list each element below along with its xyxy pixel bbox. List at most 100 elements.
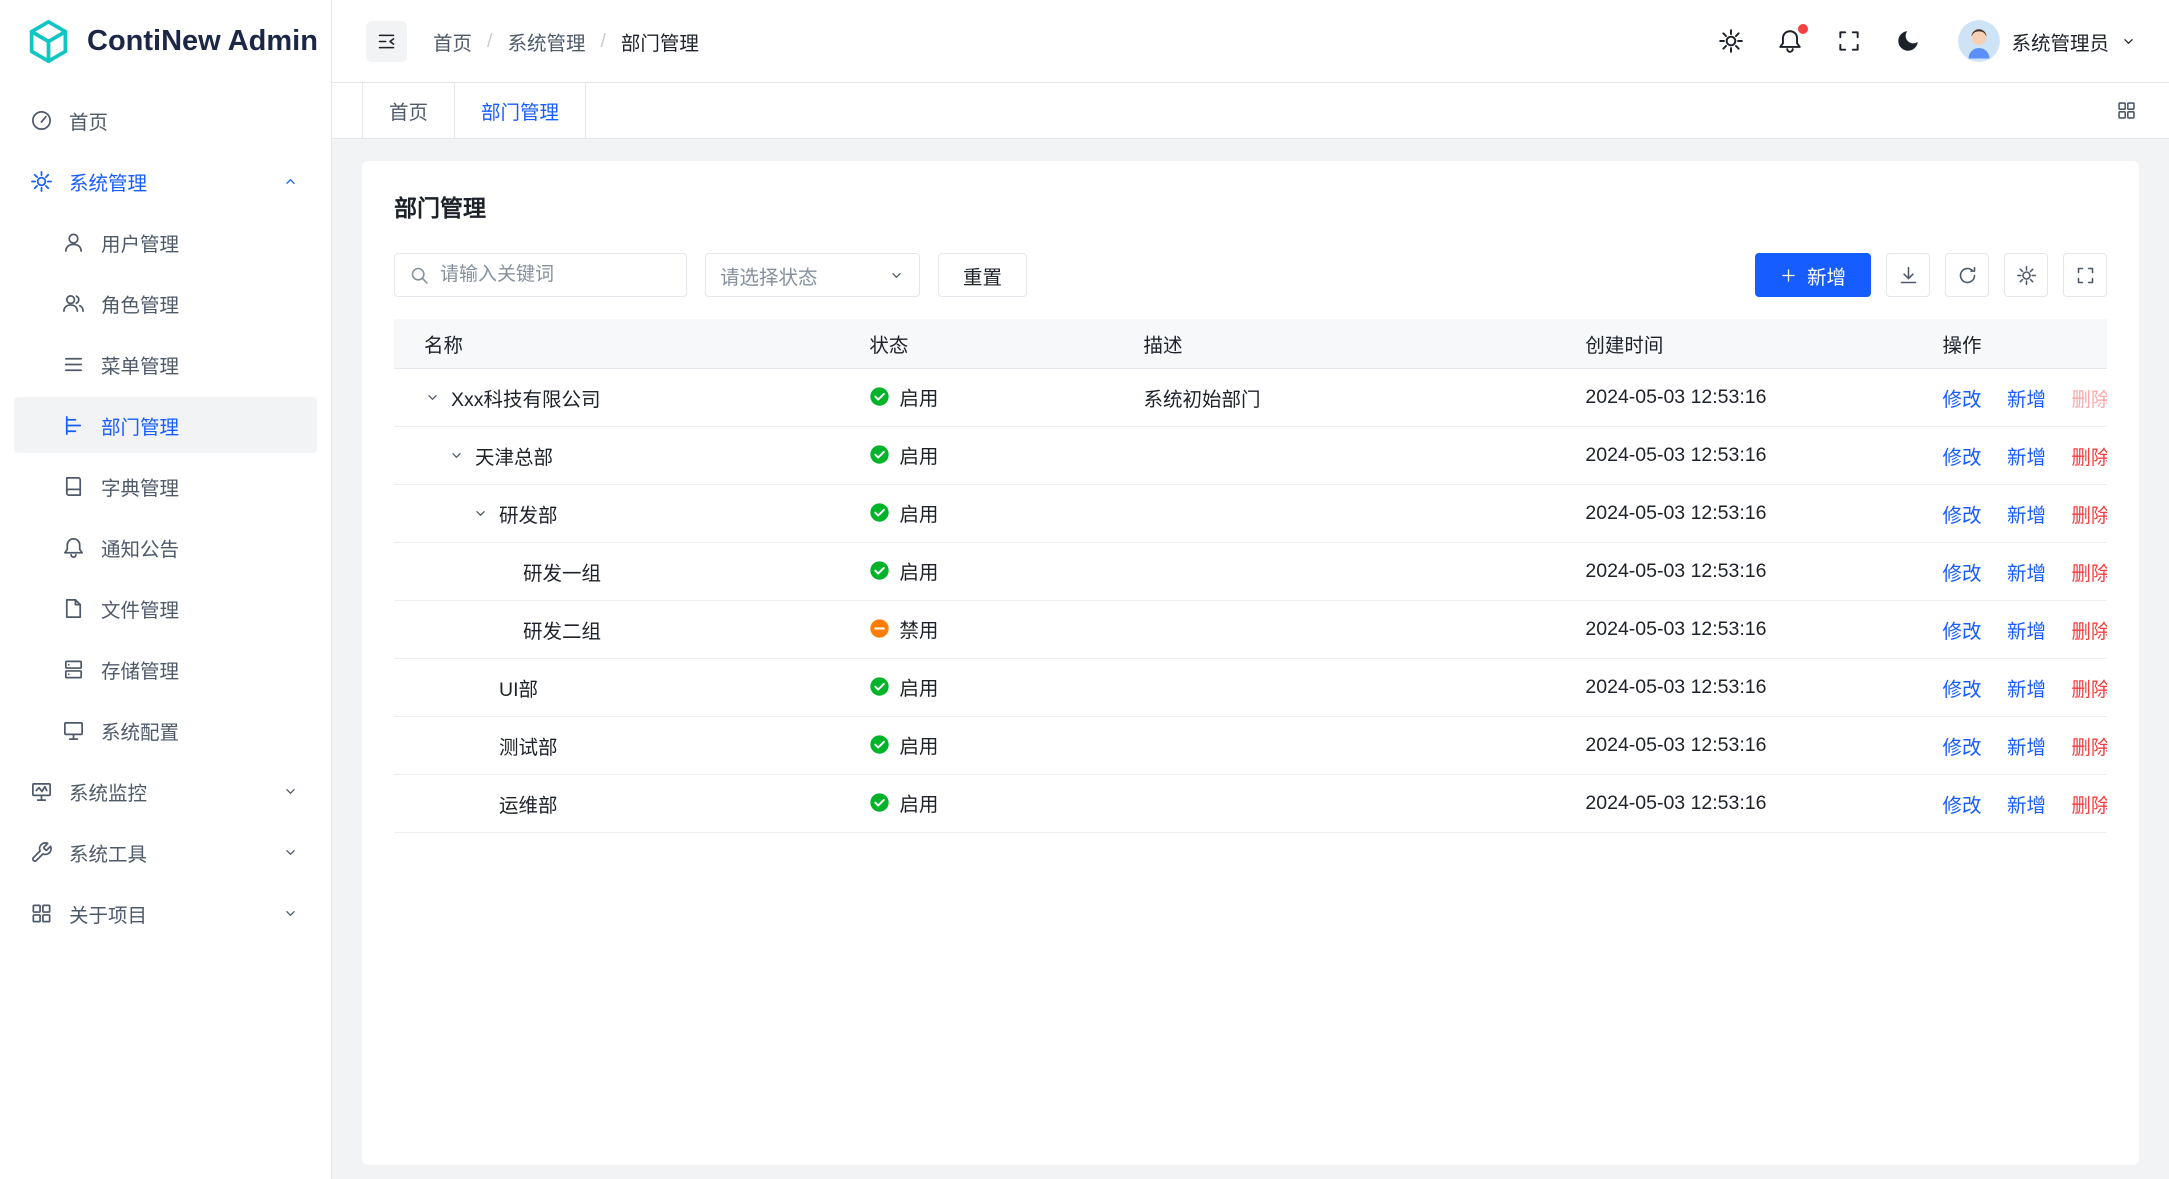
app-root: ContiNew Admin 首页 系统管理 用户管理 角色管理 (0, 0, 2169, 1179)
toolbar-right: 新增 (1755, 253, 2107, 297)
breadcrumb-separator: / (487, 30, 492, 53)
sidebar-item-user[interactable]: 用户管理 (14, 214, 317, 270)
delete-link[interactable]: 删除 (2071, 737, 2107, 759)
sidebar-item-tools[interactable]: 系统工具 (14, 824, 317, 880)
cell-status: 启用 (839, 774, 1113, 832)
add-link[interactable]: 新增 (2007, 389, 2046, 411)
grid-icon (30, 902, 53, 925)
cell-status: 启用 (839, 716, 1113, 774)
edit-link[interactable]: 修改 (1943, 447, 1982, 469)
edit-link[interactable]: 修改 (1943, 679, 1982, 701)
delete-link[interactable]: 删除 (2071, 563, 2107, 585)
delete-link[interactable]: 删除 (2071, 621, 2107, 643)
refresh-button[interactable] (1945, 253, 1989, 297)
sidebar-collapse-button[interactable] (366, 21, 407, 62)
table-row: UI部 启用 2024-05-03 12:53:16 (394, 658, 2107, 716)
table-header-row: 名称 状态 描述 创建时间 操作 (394, 319, 2107, 368)
sidebar-item-home[interactable]: 首页 (14, 92, 317, 148)
edit-link[interactable]: 修改 (1943, 389, 1982, 411)
add-button[interactable]: 新增 (1755, 253, 1871, 297)
notification-dot (1798, 24, 1808, 34)
dept-name: 研发部 (499, 499, 558, 528)
add-link[interactable]: 新增 (2007, 679, 2046, 701)
dark-mode-moon-icon[interactable] (1895, 28, 1921, 54)
breadcrumb-system[interactable]: 系统管理 (507, 27, 585, 56)
tab-dept[interactable]: 部门管理 (455, 83, 586, 138)
bell-icon (62, 536, 85, 559)
sidebar-item-label: 通知公告 (101, 533, 179, 562)
cell-desc: 系统初始部门 (1113, 368, 1555, 426)
add-link[interactable]: 新增 (2007, 563, 2046, 585)
cell-status: 启用 (839, 426, 1113, 484)
export-button[interactable] (1886, 253, 1930, 297)
status-select[interactable]: 请选择状态 (705, 253, 920, 297)
tab-home[interactable]: 首页 (362, 83, 455, 138)
status-badge: 启用 (869, 730, 938, 759)
expand-chevron-icon[interactable] (472, 505, 499, 522)
reset-button[interactable]: 重置 (938, 253, 1027, 297)
topbar: 首页 / 系统管理 / 部门管理 系统管理员 (332, 0, 2169, 83)
sidebar-item-storage[interactable]: 存储管理 (14, 641, 317, 697)
minus-circle-icon (869, 618, 890, 639)
edit-link[interactable]: 修改 (1943, 737, 1982, 759)
table-row: Xxx科技有限公司 启用 系统初始部门 2024-05-03 12:53:16 (394, 368, 2107, 426)
sidebar-item-about[interactable]: 关于项目 (14, 885, 317, 941)
sidebar-item-role[interactable]: 角色管理 (14, 275, 317, 331)
add-link[interactable]: 新增 (2007, 795, 2046, 817)
user-menu[interactable]: 系统管理员 (1958, 20, 2137, 62)
cell-desc (1113, 658, 1555, 716)
settings-icon[interactable] (1718, 28, 1744, 54)
table-row: 运维部 启用 2024-05-03 12:53:16 (394, 774, 2107, 832)
users-icon (62, 292, 85, 315)
sidebar-item-menu[interactable]: 菜单管理 (14, 336, 317, 392)
delete-link[interactable]: 删除 (2071, 389, 2107, 411)
gear-icon (2016, 265, 2037, 286)
cell-created: 2024-05-03 12:53:16 (1555, 716, 1918, 774)
breadcrumb-home[interactable]: 首页 (433, 27, 472, 56)
cell-ops: 修改 新增 删除 (1919, 774, 2107, 832)
notifications-button[interactable] (1777, 28, 1803, 54)
expand-chevron-icon[interactable] (424, 389, 451, 406)
tab-options-button[interactable] (2116, 83, 2137, 138)
add-link[interactable]: 新增 (2007, 505, 2046, 527)
sidebar-item-dict[interactable]: 字典管理 (14, 458, 317, 514)
add-link[interactable]: 新增 (2007, 737, 2046, 759)
sidebar-item-system[interactable]: 系统管理 (14, 153, 317, 209)
download-icon (1898, 265, 1919, 286)
sidebar-item-notice[interactable]: 通知公告 (14, 519, 317, 575)
edit-link[interactable]: 修改 (1943, 795, 1982, 817)
sidebar-menu: 首页 系统管理 用户管理 角色管理 菜单管理 部门管理 (0, 83, 331, 1179)
edit-link[interactable]: 修改 (1943, 563, 1982, 585)
tab-label: 首页 (389, 96, 428, 125)
delete-link[interactable]: 删除 (2071, 795, 2107, 817)
delete-link[interactable]: 删除 (2071, 679, 2107, 701)
status-badge: 启用 (869, 440, 938, 469)
cell-name: 运维部 (394, 774, 839, 832)
cell-name: 测试部 (394, 716, 839, 774)
add-link[interactable]: 新增 (2007, 621, 2046, 643)
tree-icon (62, 414, 85, 437)
expand-chevron-icon[interactable] (448, 447, 475, 464)
add-link[interactable]: 新增 (2007, 447, 2046, 469)
delete-link[interactable]: 删除 (2071, 505, 2107, 527)
column-settings-button[interactable] (2004, 253, 2048, 297)
edit-link[interactable]: 修改 (1943, 505, 1982, 527)
table-fullscreen-button[interactable] (2063, 253, 2107, 297)
menu-fold-icon (376, 31, 397, 52)
sidebar-item-dept[interactable]: 部门管理 (14, 397, 317, 453)
header-status: 状态 (839, 319, 1113, 368)
search-box[interactable] (394, 253, 687, 297)
sidebar-item-label: 关于项目 (69, 899, 147, 928)
cell-created: 2024-05-03 12:53:16 (1555, 600, 1918, 658)
fullscreen-icon[interactable] (1836, 28, 1862, 54)
sidebar-item-monitor[interactable]: 系统监控 (14, 763, 317, 819)
search-icon (409, 265, 430, 286)
logo[interactable]: ContiNew Admin (0, 0, 331, 83)
status-badge: 启用 (869, 498, 938, 527)
table-row: 天津总部 启用 2024-05-03 12:53:16 (394, 426, 2107, 484)
sidebar-item-file[interactable]: 文件管理 (14, 580, 317, 636)
edit-link[interactable]: 修改 (1943, 621, 1982, 643)
sidebar-item-config[interactable]: 系统配置 (14, 702, 317, 758)
delete-link[interactable]: 删除 (2071, 447, 2107, 469)
keyword-input[interactable] (440, 264, 672, 286)
